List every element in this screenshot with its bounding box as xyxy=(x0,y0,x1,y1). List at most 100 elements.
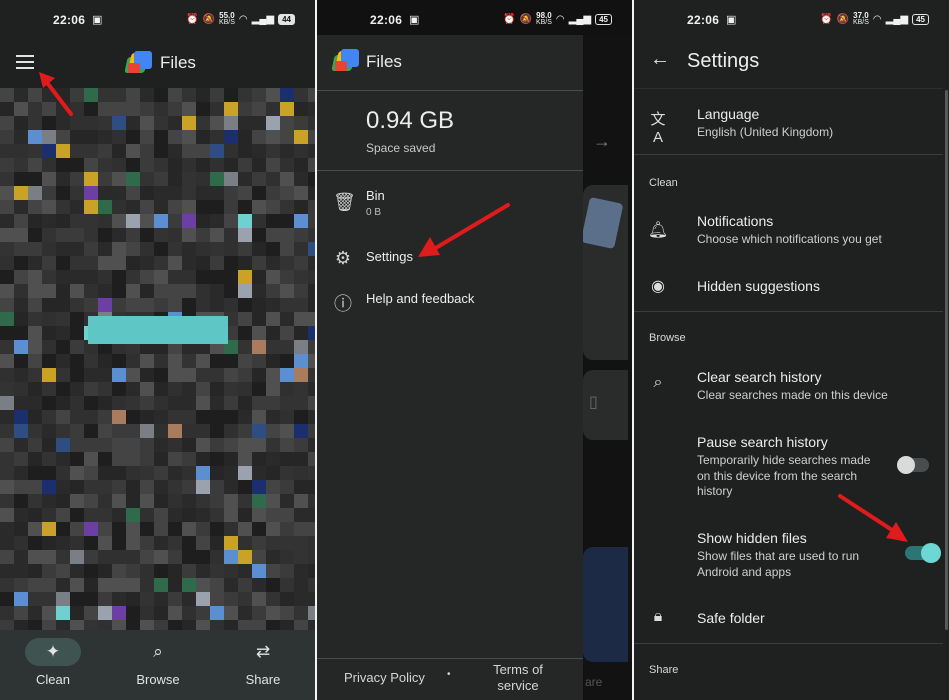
pixel-block xyxy=(84,592,98,606)
pixel-block xyxy=(98,144,112,158)
pixel-block xyxy=(294,312,308,326)
pixel-block xyxy=(252,508,266,522)
pixel-block xyxy=(56,536,70,550)
page-title: Settings xyxy=(687,50,760,72)
pixel-block xyxy=(28,284,42,298)
pixel-block xyxy=(42,480,56,494)
pixel-block xyxy=(168,508,182,522)
pixel-block xyxy=(224,550,238,564)
pixel-block xyxy=(14,214,28,228)
pixel-block xyxy=(266,396,280,410)
nav-browse[interactable]: ⌕ Browse xyxy=(118,638,198,687)
pixel-block xyxy=(56,256,70,270)
pixel-block xyxy=(28,88,42,102)
network-speed: 55.0 KB/S xyxy=(218,11,235,27)
pixel-block xyxy=(294,298,308,312)
show-hidden-toggle[interactable] xyxy=(905,543,941,563)
pixel-block xyxy=(294,396,308,410)
pixel-block xyxy=(252,256,266,270)
pixel-block xyxy=(168,242,182,256)
pixel-block xyxy=(224,396,238,410)
pixel-block xyxy=(294,466,308,480)
setting-hidden-suggestions[interactable]: ◉ Hidden suggestions xyxy=(634,270,943,304)
pixel-block xyxy=(182,298,196,312)
drawer-item-help[interactable]: ⓘ Help and feedback xyxy=(317,284,583,320)
nav-clean-label: Clean xyxy=(36,672,70,687)
pixel-block xyxy=(126,564,140,578)
pixel-block xyxy=(182,592,196,606)
terms-of-service-link[interactable]: Terms of service xyxy=(493,662,543,694)
pixel-block xyxy=(70,480,84,494)
pixel-block xyxy=(210,536,224,550)
pixel-block xyxy=(42,606,56,620)
pixel-block xyxy=(84,116,98,130)
pixel-block xyxy=(56,284,70,298)
pixel-block xyxy=(196,466,210,480)
pixel-block xyxy=(210,452,224,466)
setting-clear-search-history[interactable]: ⌕ Clear search history Clear searches ma… xyxy=(634,364,943,408)
trash-icon: 🗑 xyxy=(333,192,356,212)
pixel-block xyxy=(224,102,238,116)
pixel-block xyxy=(0,480,14,494)
pixel-block xyxy=(14,242,28,256)
pixel-block xyxy=(112,522,126,536)
pixel-block xyxy=(98,578,112,592)
setting-show-hidden-files[interactable]: Show hidden files Show files that are us… xyxy=(634,524,943,580)
pixel-block xyxy=(0,144,14,158)
pixel-block xyxy=(196,536,210,550)
pixel-block xyxy=(224,522,238,536)
pixel-block xyxy=(266,242,280,256)
pause-history-toggle[interactable] xyxy=(897,456,929,474)
dimmed-background[interactable]: → ▯ are xyxy=(580,35,632,700)
setting-notifications[interactable]: 🔔︎ Notifications Choose which notificati… xyxy=(634,206,943,256)
pixel-block xyxy=(266,214,280,228)
drawer-item-bin[interactable]: 🗑 Bin 0 B xyxy=(317,182,583,224)
pixel-block xyxy=(266,88,280,102)
menu-icon[interactable] xyxy=(16,55,34,73)
pixel-block xyxy=(70,340,84,354)
pixel-block xyxy=(70,312,84,326)
language-title: Language xyxy=(697,106,760,122)
pixel-block xyxy=(70,536,84,550)
setting-language[interactable]: 文A Language English (United Kingdom) xyxy=(634,100,943,150)
pixel-block xyxy=(182,88,196,102)
nav-clean[interactable]: ✦ Clean xyxy=(13,638,93,687)
pixel-block xyxy=(266,564,280,578)
pixel-block xyxy=(70,592,84,606)
show-hidden-desc: Show files that are used to run Android … xyxy=(697,549,860,579)
pixel-block xyxy=(252,340,266,354)
drawer-item-settings[interactable]: ⚙ Settings xyxy=(317,242,583,278)
pixel-block xyxy=(280,522,294,536)
pixel-block xyxy=(182,256,196,270)
pixel-block xyxy=(84,424,98,438)
pixel-block xyxy=(308,606,315,620)
language-value: English (United Kingdom) xyxy=(697,125,834,139)
pixel-block xyxy=(126,186,140,200)
pixel-block xyxy=(112,466,126,480)
pixel-block xyxy=(252,228,266,242)
pixel-block xyxy=(196,88,210,102)
pixel-block xyxy=(224,270,238,284)
pixel-block xyxy=(126,172,140,186)
pixel-block xyxy=(140,214,154,228)
scrollbar[interactable] xyxy=(945,90,948,630)
setting-pause-search-history[interactable]: Pause search history Temporarily hide se… xyxy=(634,428,943,502)
pixel-block xyxy=(294,256,308,270)
pixel-block xyxy=(196,354,210,368)
pixel-block xyxy=(280,438,294,452)
privacy-policy-link[interactable]: Privacy Policy xyxy=(344,670,425,685)
pixel-block xyxy=(154,382,168,396)
pixel-block xyxy=(140,452,154,466)
pixel-block xyxy=(224,130,238,144)
pixel-block xyxy=(140,466,154,480)
pixel-block xyxy=(308,494,315,508)
pixel-block xyxy=(252,368,266,382)
pixel-block xyxy=(28,102,42,116)
pixel-block xyxy=(98,494,112,508)
nav-share[interactable]: ⇄ Share xyxy=(223,638,303,687)
back-arrow-icon[interactable]: ← xyxy=(650,48,670,71)
setting-safe-folder[interactable]: 🔒︎ Safe folder xyxy=(634,604,943,634)
wifi-icon: ◠ xyxy=(555,13,565,25)
pixel-block xyxy=(56,354,70,368)
pixel-block xyxy=(42,326,56,340)
